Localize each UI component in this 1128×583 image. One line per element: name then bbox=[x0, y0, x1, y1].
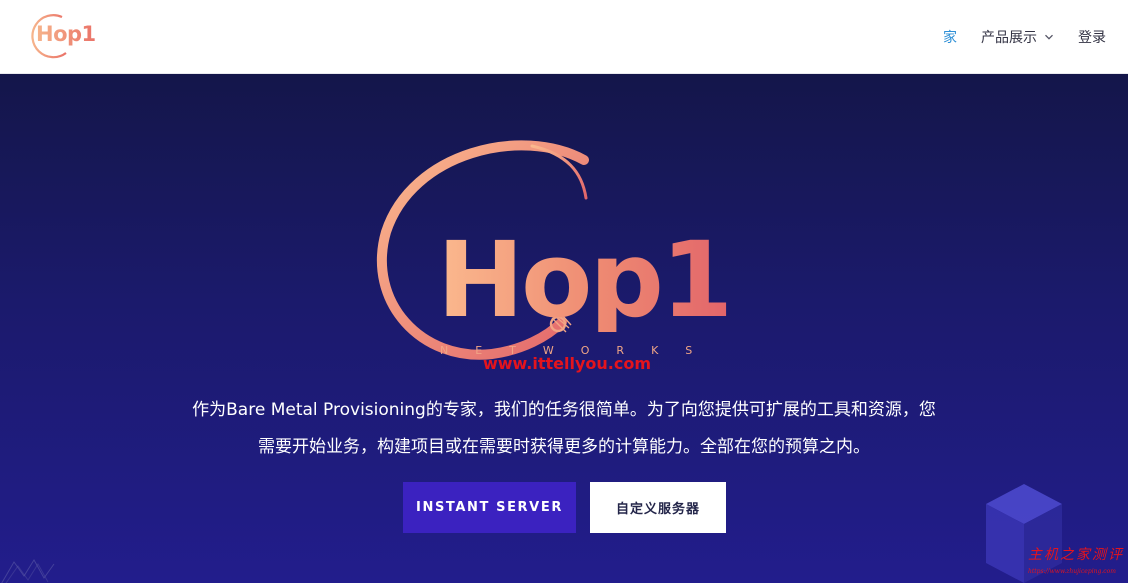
chevron-down-icon bbox=[1045, 34, 1053, 40]
nav-login[interactable]: 登录 bbox=[1078, 27, 1106, 47]
corner-watermark-url: https://www.zhujiceping.com bbox=[1028, 568, 1116, 575]
nav-home[interactable]: 家 bbox=[943, 27, 957, 47]
hero-logo-word: Hop1 bbox=[437, 219, 733, 341]
watermark-text: www.ittellyou.com bbox=[482, 354, 652, 373]
hero-section: Hop1 NETWORKS www.ittellyou.com 作为Bare M… bbox=[0, 74, 1128, 583]
tagline-line-1: 作为Bare Metal Provisioning的专家，我们的任务很简单。为了… bbox=[192, 400, 936, 420]
custom-server-button[interactable]: 自定义服务器 bbox=[590, 482, 726, 533]
hero-logo: Hop1 NETWORKS bbox=[372, 132, 752, 362]
site-logo[interactable]: Hop1 bbox=[28, 13, 96, 59]
instant-server-button[interactable]: INSTANT SERVER bbox=[403, 482, 576, 533]
main-nav: 家 产品展示 登录 bbox=[919, 0, 1106, 74]
nav-products-label: 产品展示 bbox=[981, 30, 1037, 46]
nav-login-label: 登录 bbox=[1078, 30, 1106, 46]
hero-tagline: 作为Bare Metal Provisioning的专家，我们的任务很简单。为了… bbox=[120, 392, 1008, 466]
decorative-lines-icon bbox=[1, 559, 55, 583]
tagline-line-2: 需要开始业务，构建项目或在需要时获得更多的计算能力。全部在您的预算之内。 bbox=[258, 437, 870, 457]
logo-text: Hop1 bbox=[36, 22, 96, 46]
site-header: Hop1 家 产品展示 登录 bbox=[0, 0, 1128, 74]
nav-home-label: 家 bbox=[943, 30, 957, 46]
nav-products[interactable]: 产品展示 bbox=[981, 27, 1054, 47]
corner-watermark-title: 主机之家测评 bbox=[1028, 547, 1124, 563]
